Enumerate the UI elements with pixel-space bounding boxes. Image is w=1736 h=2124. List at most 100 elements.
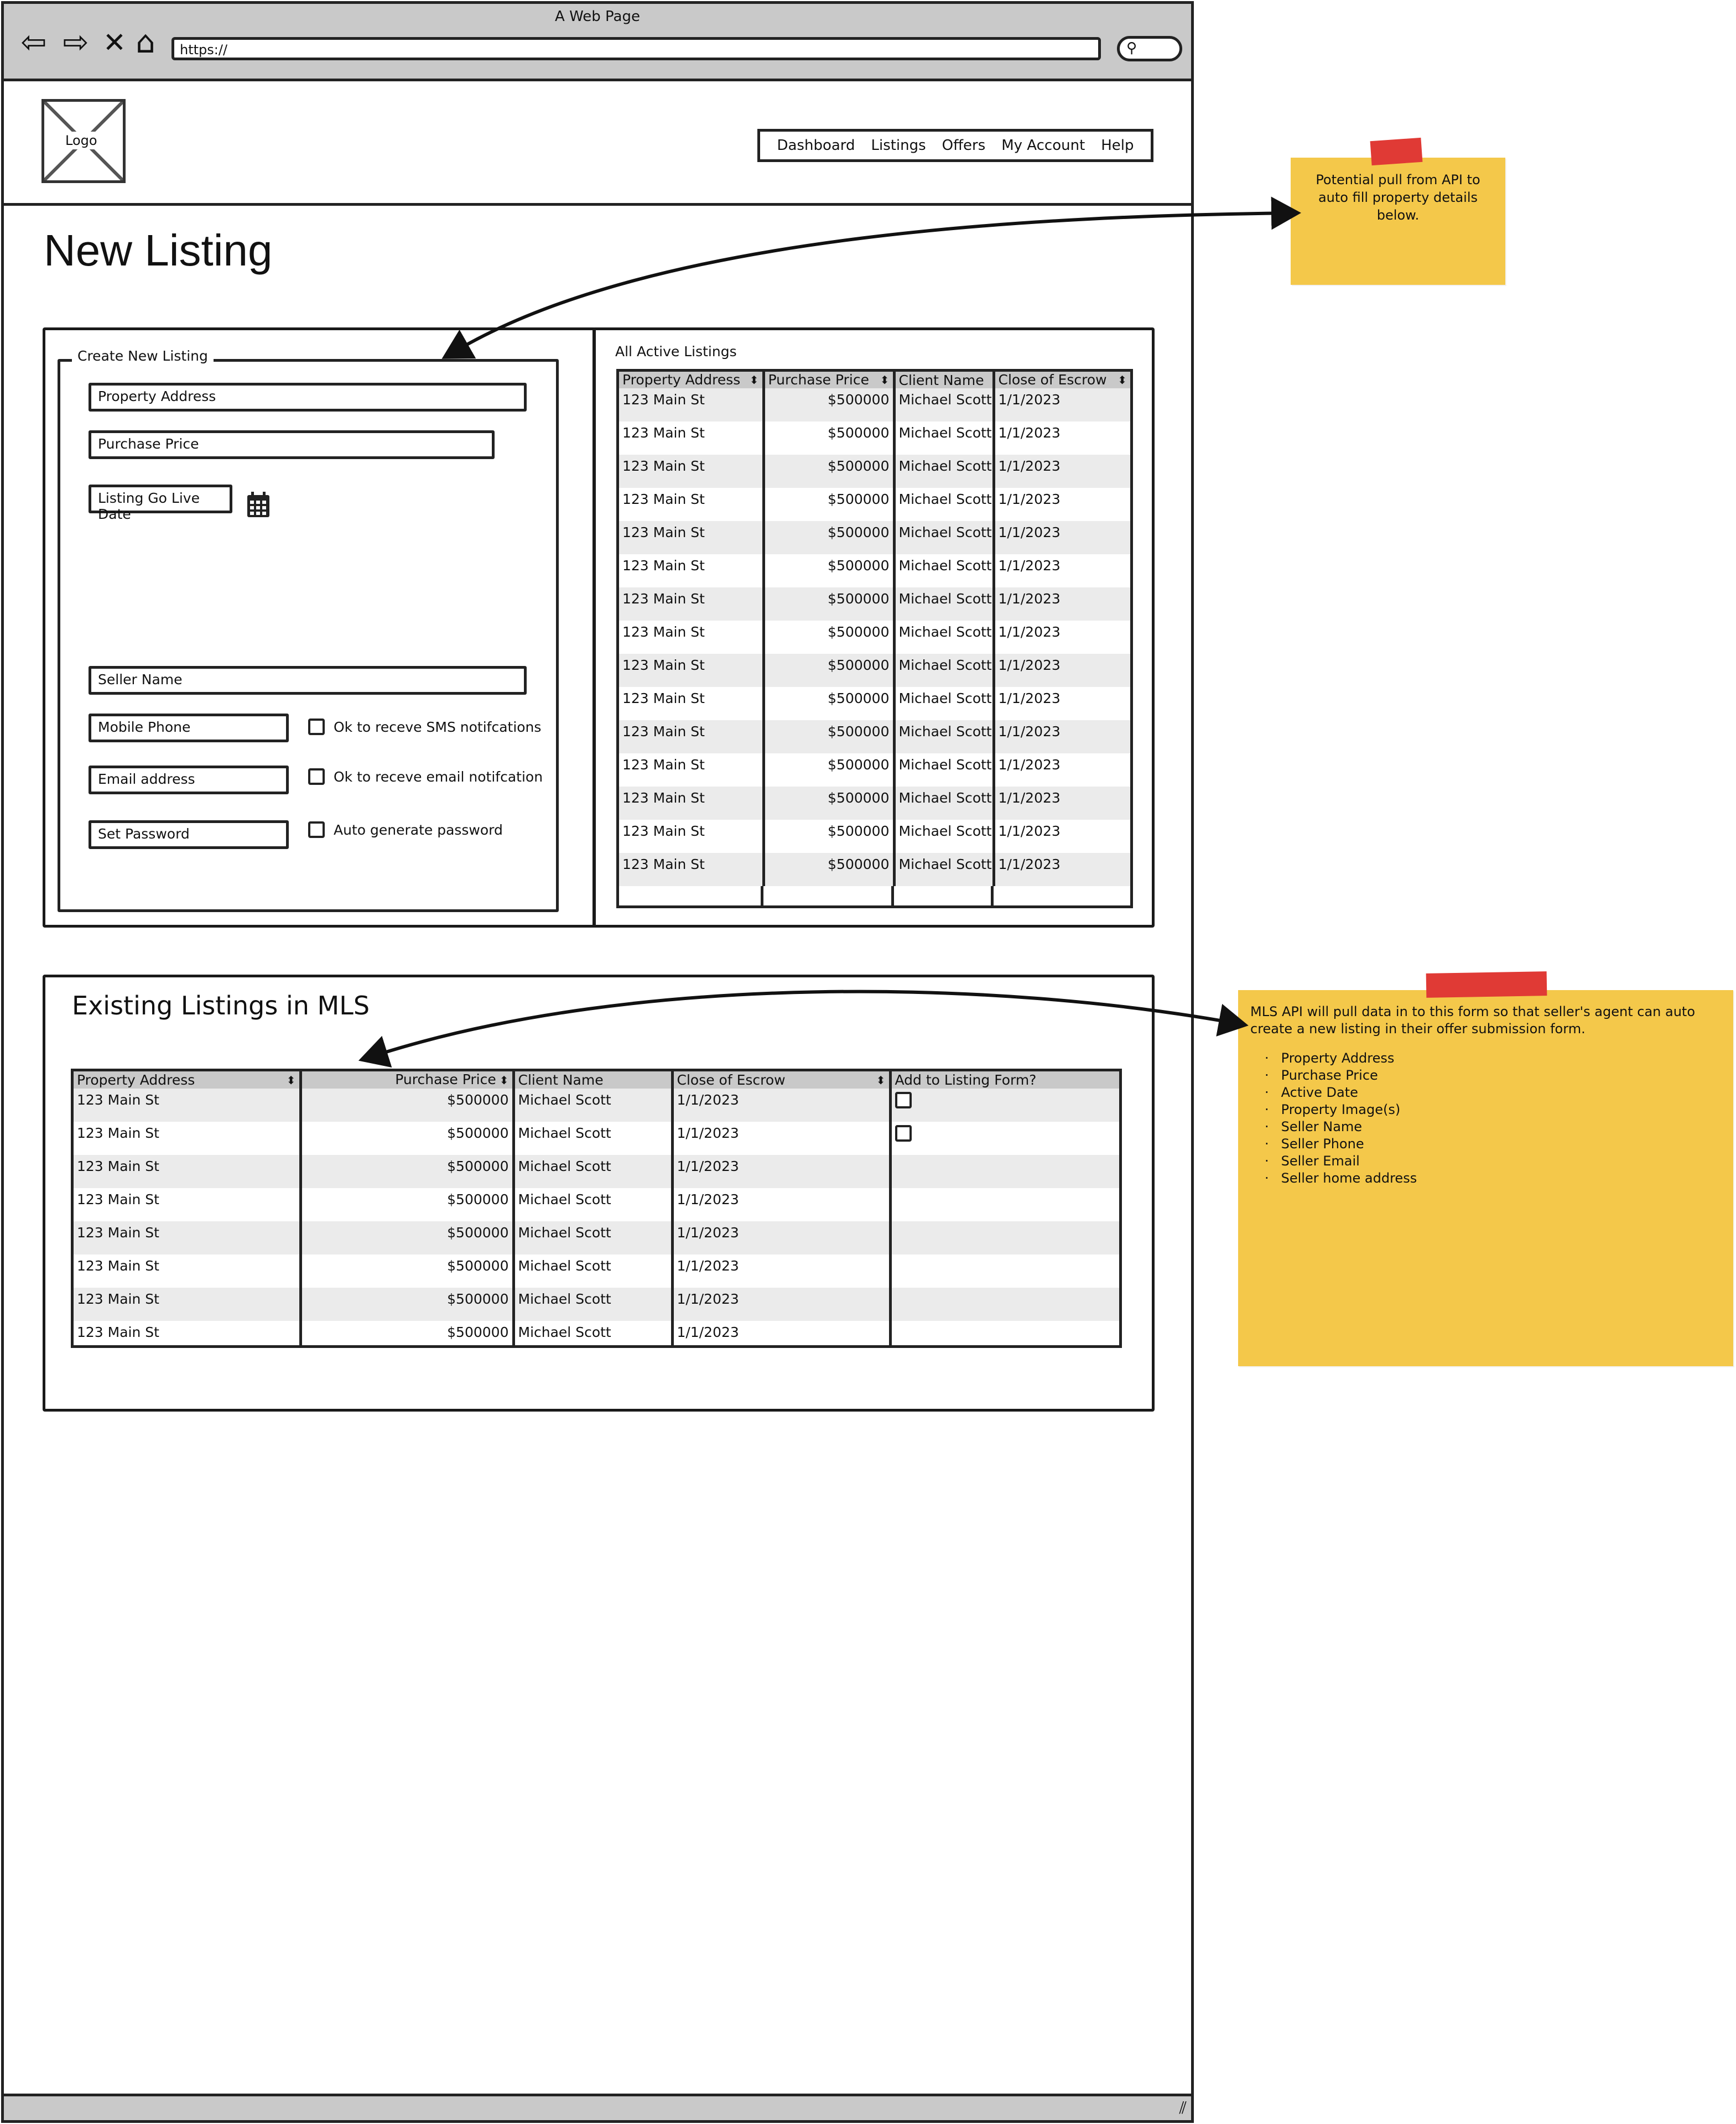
nav-help[interactable]: Help xyxy=(1101,137,1134,154)
resize-grip-icon[interactable]: ⫽ xyxy=(1179,2099,1187,2118)
seller-name-input[interactable]: Seller Name xyxy=(89,666,527,695)
col-header-property-address[interactable]: Property Address ⬍ xyxy=(619,372,765,388)
purchase-price-input[interactable]: Purchase Price xyxy=(89,430,495,459)
table-row[interactable]: 123 Main St $500000 Michael Scott 1/1/2023 xyxy=(619,720,1130,753)
table-row[interactable]: 123 Main St $500000 Michael Scott 1/1/2023 xyxy=(619,488,1130,521)
table-row[interactable]: 123 Main St $500000 Michael Scott 1/1/2023 xyxy=(619,621,1130,654)
nav-my-account[interactable]: My Account xyxy=(1001,137,1085,154)
sort-icon[interactable]: ⬍ xyxy=(876,1072,886,1089)
table-row[interactable]: 123 Main St $500000 Michael Scott 1/1/2023 xyxy=(619,853,1130,886)
sort-icon[interactable]: ⬍ xyxy=(750,372,759,388)
sort-icon[interactable]: ⬍ xyxy=(880,372,890,388)
sms-opt-in-row[interactable]: Ok to receve SMS notifcations xyxy=(308,719,541,735)
logo[interactable]: Logo xyxy=(41,99,126,183)
sort-icon[interactable]: ⬍ xyxy=(500,1074,509,1087)
table-row[interactable]: 123 Main St $500000 Michael Scott 1/1/2023 xyxy=(74,1288,1119,1321)
col-header-label: Close of Escrow xyxy=(998,372,1107,388)
table-row[interactable]: 123 Main St $500000 Michael Scott 1/1/2023 xyxy=(619,388,1130,421)
cell-purchase-price: $500000 xyxy=(300,1221,515,1254)
col-header-close-of-escrow[interactable]: Close of Escrow ⬍ xyxy=(994,372,1130,388)
sort-icon[interactable]: ⬍ xyxy=(1118,372,1127,388)
email-opt-in-checkbox[interactable] xyxy=(308,768,325,785)
table-row[interactable]: 123 Main St $500000 Michael Scott 1/1/2023 xyxy=(74,1188,1119,1221)
add-to-listing-checkbox[interactable] xyxy=(895,1092,912,1108)
cell-close-of-escrow: 1/1/2023 xyxy=(672,1221,892,1254)
cell-close-of-escrow: 1/1/2023 xyxy=(994,853,1130,886)
listing-go-live-date-input[interactable]: Listing Go Live Date xyxy=(89,485,232,522)
cell-purchase-price: $500000 xyxy=(300,1321,515,1345)
table-row[interactable]: 123 Main St $500000 Michael Scott 1/1/2023 xyxy=(619,521,1130,554)
nav-dashboard[interactable]: Dashboard xyxy=(777,137,855,154)
cell-close-of-escrow: 1/1/2023 xyxy=(994,753,1130,787)
col-header-client-name[interactable]: Client Name xyxy=(513,1071,674,1089)
mls-field-item: Seller Phone xyxy=(1281,1136,1721,1153)
auto-password-row[interactable]: Auto generate password xyxy=(308,821,503,838)
cell-property-address: 123 Main St xyxy=(619,820,765,853)
col-header-close-of-escrow[interactable]: Close of Escrow ⬍ xyxy=(672,1071,892,1089)
nav-offers[interactable]: Offers xyxy=(942,137,986,154)
property-address-input[interactable]: Property Address xyxy=(89,383,527,412)
email-opt-in-row[interactable]: Ok to receve email notifcation xyxy=(308,768,543,785)
active-listings-table: Property Address ⬍ Purchase Price ⬍ Client… xyxy=(616,369,1133,908)
col-header-add-to-listing-form[interactable]: Add to Listing Form? xyxy=(890,1071,1119,1089)
cell-close-of-escrow: 1/1/2023 xyxy=(672,1254,892,1288)
mls-field-item: Active Date xyxy=(1281,1084,1721,1101)
table-row[interactable]: 123 Main St $500000 Michael Scott 1/1/2023 xyxy=(619,654,1130,687)
cell-close-of-escrow: 1/1/2023 xyxy=(994,820,1130,853)
tape-icon xyxy=(1426,971,1547,998)
table-row[interactable]: 123 Main St $500000 Michael Scott 1/1/2023 xyxy=(619,587,1130,621)
col-header-purchase-price[interactable]: Purchase Price ⬍ xyxy=(763,372,896,388)
table-row[interactable]: 123 Main St $500000 Michael Scott 1/1/2023 xyxy=(74,1155,1119,1188)
mls-listings-body: 123 Main St $500000 Michael Scott 1/1/2023 1… xyxy=(74,1089,1119,1345)
stop-icon[interactable]: ✕ xyxy=(97,26,132,61)
home-icon[interactable]: ⌂ xyxy=(128,26,163,61)
table-row[interactable]: 123 Main St $500000 Michael Scott 1/1/2023 xyxy=(619,787,1130,820)
col-header-client-name[interactable]: Client Name xyxy=(894,372,995,388)
sort-icon[interactable]: ⬍ xyxy=(287,1072,296,1089)
col-header-purchase-price[interactable]: Purchase Price ⬍ xyxy=(300,1071,515,1089)
back-icon[interactable]: ⇦ xyxy=(16,26,51,61)
table-row[interactable]: 123 Main St $500000 Michael Scott 1/1/2023 xyxy=(74,1254,1119,1288)
table-row[interactable]: 123 Main St $500000 Michael Scott 1/1/2023 xyxy=(619,554,1130,587)
cell-property-address: 123 Main St xyxy=(619,421,765,455)
mls-field-item: Seller home address xyxy=(1281,1170,1721,1187)
mls-field-item: Seller Email xyxy=(1281,1153,1721,1170)
table-row[interactable]: 123 Main St $500000 Michael Scott 1/1/2023 xyxy=(619,455,1130,488)
page-title: New Listing xyxy=(44,226,273,275)
auto-password-checkbox[interactable] xyxy=(308,821,325,838)
browser-search[interactable]: ⚲ xyxy=(1117,36,1182,61)
url-bar[interactable]: https:// xyxy=(171,37,1101,60)
cell-add-to-listing-form xyxy=(890,1321,1119,1345)
cell-close-of-escrow: 1/1/2023 xyxy=(672,1122,892,1155)
cell-property-address: 123 Main St xyxy=(74,1188,302,1221)
col-header-property-address[interactable]: Property Address ⬍ xyxy=(74,1071,302,1089)
table-row[interactable]: 123 Main St $500000 Michael Scott 1/1/2023 xyxy=(74,1221,1119,1254)
sms-opt-in-checkbox[interactable] xyxy=(308,719,325,735)
table-row[interactable]: 123 Main St $500000 Michael Scott 1/1/2023 xyxy=(619,421,1130,455)
forward-icon[interactable]: ⇨ xyxy=(58,26,93,61)
table-row[interactable]: 123 Main St $500000 Michael Scott 1/1/2023 xyxy=(74,1089,1119,1122)
mls-listings-table: Property Address ⬍ Purchase Price ⬍ Client… xyxy=(71,1069,1122,1348)
table-row[interactable]: 123 Main St $500000 Michael Scott 1/1/2023 xyxy=(619,753,1130,787)
cell-property-address: 123 Main St xyxy=(619,853,765,886)
email-address-input[interactable]: Email address xyxy=(89,766,289,794)
table-row[interactable]: 123 Main St $500000 Michael Scott 1/1/2023 xyxy=(619,687,1130,720)
window-title: A Web Page xyxy=(555,8,640,25)
cell-client-name: Michael Scott xyxy=(513,1254,674,1288)
table-row[interactable]: 123 Main St $500000 Michael Scott 1/1/2023 xyxy=(74,1321,1119,1345)
set-password-input[interactable]: Set Password xyxy=(89,820,289,849)
cell-close-of-escrow: 1/1/2023 xyxy=(994,388,1130,421)
active-listings-panel: All Active Listings Property Address ⬍ Pu… xyxy=(592,327,1155,928)
cell-close-of-escrow: 1/1/2023 xyxy=(994,554,1130,587)
table-row[interactable]: 123 Main St $500000 Michael Scott 1/1/2023 xyxy=(619,820,1130,853)
cell-close-of-escrow: 1/1/2023 xyxy=(672,1155,892,1188)
cell-property-address: 123 Main St xyxy=(74,1288,302,1321)
add-to-listing-checkbox[interactable] xyxy=(895,1125,912,1142)
sticky-note-api-autofill: Potential pull from API to auto fill pro… xyxy=(1291,158,1505,285)
mobile-phone-input[interactable]: Mobile Phone xyxy=(89,714,289,742)
table-row[interactable]: 123 Main St $500000 Michael Scott 1/1/2023 xyxy=(74,1122,1119,1155)
cell-add-to-listing-form xyxy=(890,1122,1119,1155)
cell-purchase-price: $500000 xyxy=(763,787,896,820)
calendar-icon[interactable] xyxy=(246,491,271,520)
nav-listings[interactable]: Listings xyxy=(871,137,926,154)
